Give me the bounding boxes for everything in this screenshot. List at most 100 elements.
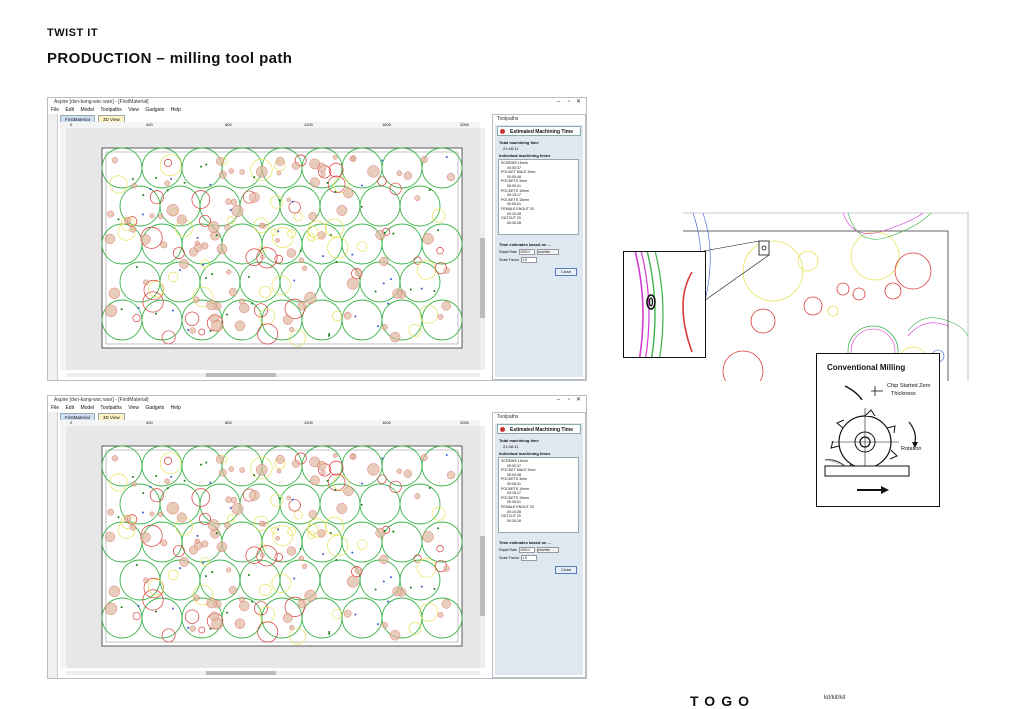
scale-factor-row: Scale Factor 1.5 xyxy=(499,555,538,561)
menu-view[interactable]: View xyxy=(128,405,139,411)
horizontal-scrollbar[interactable] xyxy=(66,373,480,377)
menu-edit[interactable]: Edit xyxy=(65,107,74,113)
zoom-inset xyxy=(623,246,706,363)
panel-title: Toolpaths xyxy=(497,414,519,420)
individual-times-label: Individual machining times xyxy=(499,451,551,456)
menu-model[interactable]: Model xyxy=(80,107,94,113)
maximize-button[interactable]: ▫ xyxy=(568,396,570,405)
window-title: Aspire [dvn-kang-wsc wan] - [FirstMateri… xyxy=(54,99,149,105)
estimated-time-title: Estimated Machining Time xyxy=(510,427,573,433)
milling-cutter-illustration xyxy=(824,385,918,494)
ruler-tick: 1200 xyxy=(304,420,313,425)
scale-factor-input[interactable]: 1.5 xyxy=(521,257,538,263)
menu-view[interactable]: View xyxy=(128,107,139,113)
ruler-tick: 0 xyxy=(70,122,73,127)
estimates-based-label: Time estimates based on ... xyxy=(499,242,551,247)
footer-tag: kit/kit/kit xyxy=(824,695,846,701)
ruler-tick: 0 xyxy=(70,420,73,425)
menu-toolpaths[interactable]: Toolpaths xyxy=(100,107,121,113)
toolpaths-panel: Toolpaths Estimated Machining Time Total… xyxy=(492,412,586,678)
menu-help[interactable]: Help xyxy=(171,107,181,113)
page-title: PRODUCTION – milling tool path xyxy=(47,50,293,67)
ruler-tick: 1600 xyxy=(382,420,391,425)
clock-icon xyxy=(500,427,505,432)
scale-factor-row: Scale Factor 1.5 xyxy=(499,257,538,263)
menu-model[interactable]: Model xyxy=(80,405,94,411)
menu-toolpaths[interactable]: Toolpaths xyxy=(100,405,121,411)
maximize-button[interactable]: ▫ xyxy=(568,98,570,107)
machining-times-list[interactable]: SCREWS 15mm 00:00:37 POCKET MALE 3mm 00:… xyxy=(498,457,579,533)
close-button[interactable]: ✕ xyxy=(576,396,581,405)
menu-help[interactable]: Help xyxy=(171,405,181,411)
panel-body: Estimated Machining Time Total machining… xyxy=(495,423,583,675)
list-item: 00:30:28 xyxy=(507,220,521,225)
conventional-milling-diagram: Conventional Milling Chip Started Zero T… xyxy=(816,353,940,507)
view-tabs: FirstMaterial 3D View xyxy=(60,413,127,421)
ruler-tick: 400 xyxy=(146,420,153,425)
ruler-tick: 800 xyxy=(225,122,232,127)
menu-file[interactable]: File xyxy=(51,405,59,411)
window-title: Aspire [dvn-kang-wsc wan] - [FirstMateri… xyxy=(54,397,149,403)
aspire-window-top: Aspire [dvn-kang-wsc wan] - [FirstMateri… xyxy=(47,97,587,381)
menu-bar: File Edit Model Toolpaths View Gadgets H… xyxy=(48,405,586,412)
total-time-label: Total machining time xyxy=(499,438,539,443)
window-titlebar: Aspire [dvn-kang-wsc wan] - [FirstMateri… xyxy=(48,396,586,405)
total-time-label: Total machining time xyxy=(499,140,539,145)
estimated-time-title: Estimated Machining Time xyxy=(510,129,573,135)
ruler-tick: 1200 xyxy=(304,122,313,127)
ruler-tick: 800 xyxy=(225,420,232,425)
toolpath-drawing xyxy=(101,147,463,349)
design-canvas[interactable] xyxy=(66,128,480,370)
window-titlebar: Aspire [dvn-kang-wsc wan] - [FirstMateri… xyxy=(48,98,586,107)
close-panel-button[interactable]: Close xyxy=(555,268,577,276)
menu-edit[interactable]: Edit xyxy=(65,405,74,411)
horizontal-scrollbar[interactable] xyxy=(66,671,480,675)
close-panel-button[interactable]: Close xyxy=(555,566,577,574)
estimates-based-label: Time estimates based on ... xyxy=(499,540,551,545)
rapid-rate-input[interactable]: 4000.0 xyxy=(518,547,535,553)
scale-factor-label: Scale Factor xyxy=(499,257,520,262)
view-tabs: FirstMaterial 3D View xyxy=(60,115,127,123)
design-canvas[interactable] xyxy=(66,426,480,668)
rapid-rate-row: Rapid Rate 4000.0 mm/min xyxy=(499,249,559,255)
estimated-time-header: Estimated Machining Time xyxy=(497,126,581,136)
toolpath-drawing xyxy=(101,445,463,647)
rapid-rate-label: Rapid Rate xyxy=(499,547,517,552)
vertical-scrollbar[interactable] xyxy=(480,426,485,668)
menu-file[interactable]: File xyxy=(51,107,59,113)
units-select[interactable]: mm/min xyxy=(536,547,559,553)
page-subtitle: TWIST IT xyxy=(47,27,99,39)
close-button[interactable]: ✕ xyxy=(576,98,581,107)
ruler-tick: 2000 xyxy=(460,420,469,425)
zoom-inset-drawing xyxy=(633,246,693,363)
machining-times-list[interactable]: SCREWS 15mm 00:00:37 POCKET MALE 3mm 00:… xyxy=(498,159,579,235)
list-item: 00:30:28 xyxy=(507,518,521,523)
rapid-rate-label: Rapid Rate xyxy=(499,249,517,254)
menu-gadgets[interactable]: Gadgets xyxy=(145,107,164,113)
panel-body: Estimated Machining Time Total machining… xyxy=(495,125,583,377)
minimize-button[interactable]: – xyxy=(557,98,560,107)
aspire-window-bottom: Aspire [dvn-kang-wsc wan] - [FirstMateri… xyxy=(47,395,587,679)
ruler-tick: 1600 xyxy=(382,122,391,127)
vertical-scrollbar[interactable] xyxy=(480,128,485,370)
ruler-tick: 2000 xyxy=(460,122,469,127)
estimated-time-header: Estimated Machining Time xyxy=(497,424,581,434)
units-select[interactable]: mm/min xyxy=(536,249,559,255)
ruler-tick: 400 xyxy=(146,122,153,127)
rapid-rate-row: Rapid Rate 4000.0 mm/min xyxy=(499,547,559,553)
drawing-toolbar[interactable] xyxy=(48,412,58,678)
scale-factor-label: Scale Factor xyxy=(499,555,520,560)
scale-factor-input[interactable]: 1.5 xyxy=(521,555,538,561)
footer-logo: TOGO xyxy=(690,693,755,709)
rapid-rate-input[interactable]: 4000.0 xyxy=(518,249,535,255)
toolpaths-panel: Toolpaths Estimated Machining Time Total… xyxy=(492,114,586,380)
clock-icon xyxy=(500,129,505,134)
menu-gadgets[interactable]: Gadgets xyxy=(145,405,164,411)
total-time-value: 21:48:11 xyxy=(503,444,519,449)
individual-times-label: Individual machining times xyxy=(499,153,551,158)
minimize-button[interactable]: – xyxy=(557,396,560,405)
drawing-toolbar[interactable] xyxy=(48,114,58,380)
menu-bar: File Edit Model Toolpaths View Gadgets H… xyxy=(48,107,586,114)
panel-title: Toolpaths xyxy=(497,116,519,122)
total-time-value: 21:48:11 xyxy=(503,146,519,151)
